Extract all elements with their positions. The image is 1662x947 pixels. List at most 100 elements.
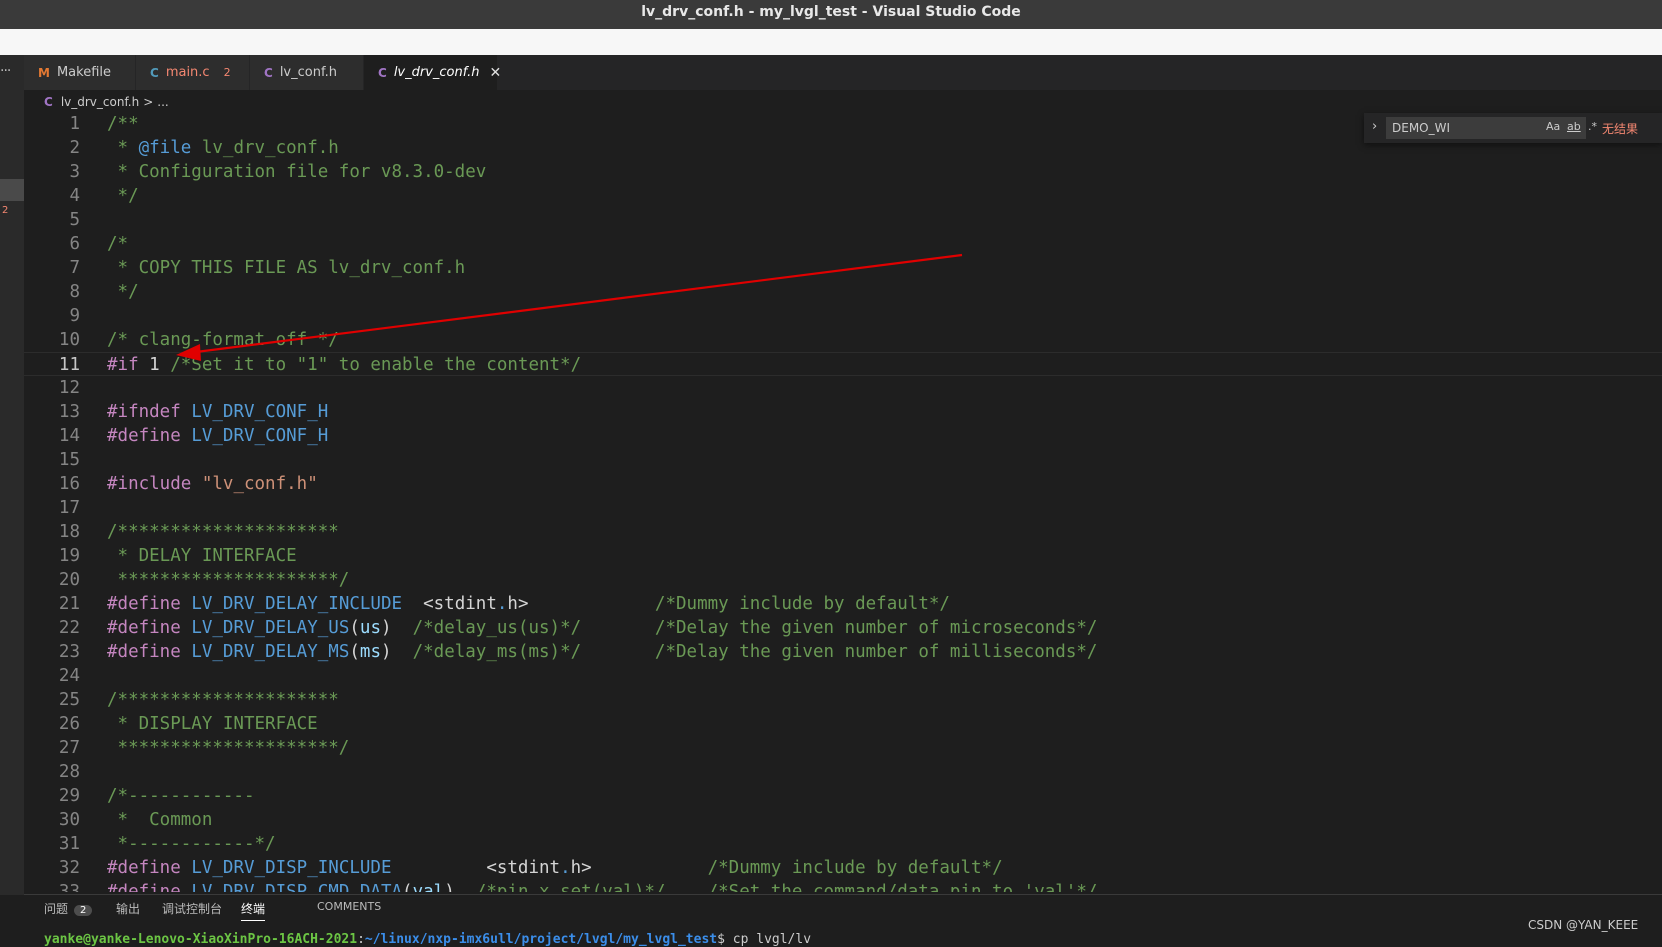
breadcrumb-file[interactable]: lv_drv_conf.h [61, 95, 139, 109]
terminal-line[interactable]: yanke@yanke-Lenovo-XiaoXinPro-16ACH-2021… [44, 932, 811, 947]
more-actions-icon[interactable]: ··· [0, 63, 11, 79]
code-line[interactable]: 3 * Configuration file for v8.3.0-dev [24, 160, 1662, 184]
code-line[interactable]: 30 * Common [24, 808, 1662, 832]
code-line[interactable]: 21 #define LV_DRV_DELAY_INCLUDE <stdint.h… [24, 592, 1662, 616]
panel-tab-problems[interactable]: 问题 2 [44, 900, 93, 917]
code-line[interactable]: 33 #define LV_DRV_DISP_CMD_DATA(val) /*pi… [24, 880, 1662, 892]
code-line[interactable]: 14 #define LV_DRV_CONF_H [24, 424, 1662, 448]
code-line[interactable]: 16 #include "lv_conf.h" [24, 472, 1662, 496]
regex-toggle[interactable]: .* [1588, 120, 1597, 133]
code-token: #define [107, 618, 181, 638]
code-line[interactable]: 27 *********************/ [24, 736, 1662, 760]
code-line[interactable]: 8 */ [24, 280, 1662, 304]
tab-main-c[interactable]: C main.c 2 [136, 55, 250, 90]
code-token: *********************/ [107, 738, 350, 758]
code-token: /* [107, 234, 129, 254]
code-text: *------------*/ [107, 832, 276, 856]
code-line[interactable]: 32 #define LV_DRV_DISP_INCLUDE <stdint.h>… [24, 856, 1662, 880]
line-number: 24 [58, 666, 80, 686]
breadcrumb-rest[interactable]: ... [157, 95, 168, 109]
code-line[interactable]: 9 [24, 304, 1662, 328]
code-line[interactable]: 17 [24, 496, 1662, 520]
code-text: */ [107, 280, 139, 304]
code-line[interactable]: 7 * COPY THIS FILE AS lv_drv_conf.h [24, 256, 1662, 280]
code-line[interactable]: 31 *------------*/ [24, 832, 1662, 856]
line-number: 29 [58, 786, 80, 806]
code-line[interactable]: 22 #define LV_DRV_DELAY_US(us) /*delay_us… [24, 616, 1662, 640]
code-token: * DISPLAY INTERFACE [107, 714, 318, 734]
code-token: ) [444, 882, 476, 892]
code-token: #include [107, 474, 192, 494]
menu-bar-area [0, 29, 1662, 55]
terminal-path: ~/linux/nxp-imx6ull/project/lvgl/my_lvgl… [364, 932, 718, 947]
code-editor[interactable]: 1/** 2 * @file lv_drv_conf.h 3 * Configura… [24, 112, 1662, 892]
line-number: 3 [69, 162, 80, 182]
code-line[interactable]: 5 [24, 208, 1662, 232]
line-number: 21 [58, 594, 80, 614]
line-number: 5 [69, 210, 80, 230]
code-token: #define [107, 642, 181, 662]
code-text: #ifndef LV_DRV_CONF_H [107, 400, 328, 424]
tab-label: Makefile [56, 65, 111, 80]
code-token: */ [107, 282, 139, 302]
line-number: 23 [58, 642, 80, 662]
code-token: <stdint [402, 594, 497, 614]
code-token: . [496, 594, 508, 614]
code-token: ms [359, 642, 381, 662]
code-text: #define LV_DRV_DELAY_MS(ms) /*delay_ms(m… [107, 640, 1097, 664]
code-text: #define LV_DRV_DELAY_US(us) /*delay_us(u… [107, 616, 1097, 640]
line-number: 1 [69, 114, 80, 134]
code-text: /********************* [107, 688, 339, 712]
code-line[interactable]: 29 /*------------ [24, 784, 1662, 808]
tab-lv-conf[interactable]: C lv_conf.h [250, 55, 364, 90]
line-number: 14 [58, 426, 80, 446]
line-number: 22 [58, 618, 80, 638]
code-text: #define LV_DRV_DISP_CMD_DATA(val) /*pin_… [107, 880, 1097, 892]
panel-tab-debug-console[interactable]: 调试控制台 [162, 900, 222, 917]
code-token: h> [507, 594, 655, 614]
code-text: /* clang-format off */ [107, 328, 339, 352]
code-token: * DELAY INTERFACE [107, 546, 297, 566]
tab-label: main.c [165, 65, 210, 80]
terminal-user: yanke@yanke-Lenovo-XiaoXinPro-16ACH-2021 [44, 932, 358, 947]
code-token: #define [107, 594, 181, 614]
tab-makefile[interactable]: M Makefile [24, 55, 136, 90]
code-line[interactable]: 25 /********************* [24, 688, 1662, 712]
code-text: /** [107, 112, 139, 136]
code-line[interactable]: 4 */ [24, 184, 1662, 208]
code-line[interactable]: 15 [24, 448, 1662, 472]
terminal-command: $ cp lvgl/lv [717, 932, 812, 947]
tab-lv-drv-conf[interactable]: C lv_drv_conf.h ✕ [364, 55, 501, 90]
code-line[interactable]: 13 #ifndef LV_DRV_CONF_H [24, 400, 1662, 424]
code-line[interactable]: 18 /********************* [24, 520, 1662, 544]
code-text: /* [107, 232, 128, 256]
code-line[interactable]: 23 #define LV_DRV_DELAY_MS(ms) /*delay_ms… [24, 640, 1662, 664]
code-line[interactable]: 12 [24, 376, 1662, 400]
code-line[interactable]: 19 * DELAY INTERFACE [24, 544, 1662, 568]
code-line[interactable]: 20 *********************/ [24, 568, 1662, 592]
code-token: us [359, 618, 381, 638]
line-number: 11 [58, 355, 80, 375]
code-line[interactable]: 28 [24, 760, 1662, 784]
close-icon[interactable]: ✕ [489, 65, 501, 81]
chevron-right-icon[interactable]: › [1372, 119, 1377, 134]
panel-tab-comments[interactable]: COMMENTS [317, 900, 381, 913]
panel-tab-terminal[interactable]: 终端 [241, 900, 266, 921]
code-line[interactable]: 10 /* clang-format off */ [24, 328, 1662, 352]
code-line[interactable]: 11 #if 1 /*Set it to "1" to enable the co… [24, 352, 1662, 376]
code-token: ( [402, 882, 413, 892]
whole-word-toggle[interactable]: ab [1567, 120, 1581, 133]
line-number: 18 [58, 522, 80, 542]
code-line[interactable]: 26 * DISPLAY INTERFACE [24, 712, 1662, 736]
line-number: 20 [58, 570, 80, 590]
code-line[interactable]: 6 /* [24, 232, 1662, 256]
match-case-toggle[interactable]: Aa [1546, 120, 1560, 133]
code-line[interactable]: 24 [24, 664, 1662, 688]
code-text: /*------------ [107, 784, 255, 808]
code-token: *------------*/ [107, 834, 276, 854]
code-token: /*pin_x_set(val)*/ /*Set the command/dat… [475, 882, 1098, 892]
panel-tab-output[interactable]: 输出 [116, 900, 140, 917]
